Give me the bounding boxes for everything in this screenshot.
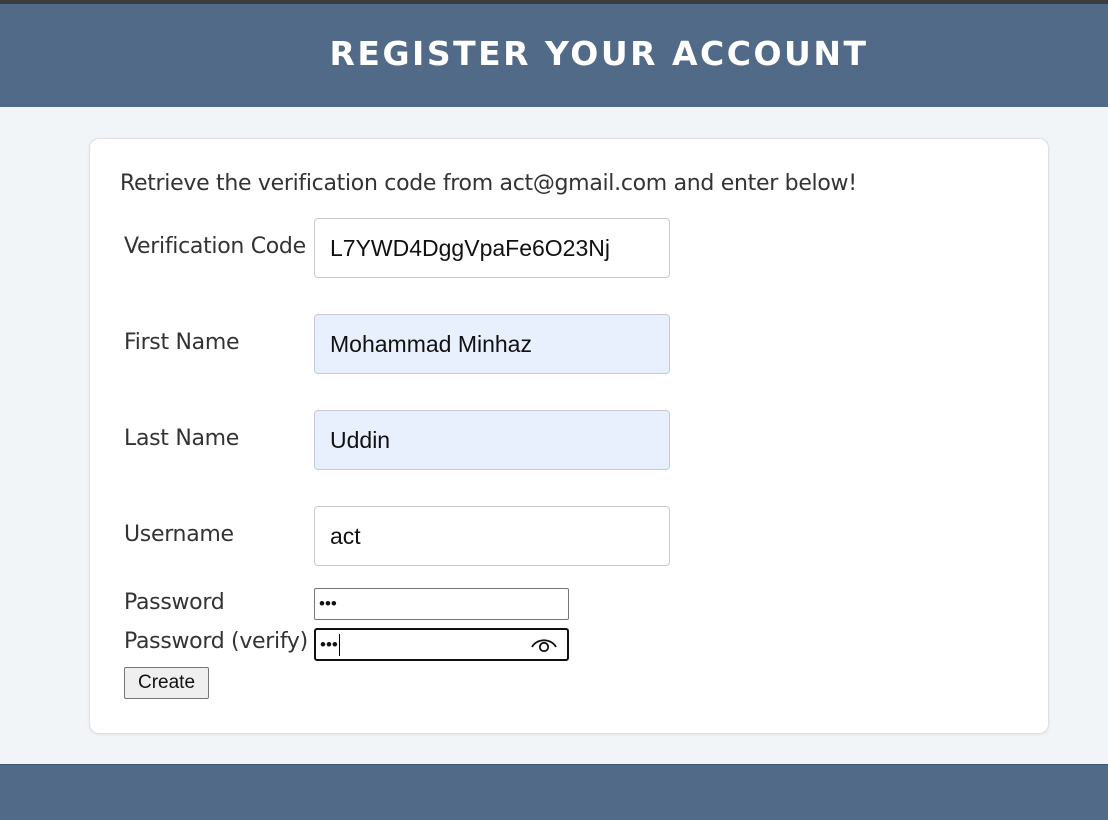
username-value: act — [330, 522, 361, 549]
text-caret — [338, 633, 341, 656]
last-name-input[interactable]: Uddin — [314, 410, 670, 470]
last-name-value: Uddin — [330, 426, 391, 453]
page-footer — [0, 764, 1108, 820]
verification-code-value: L7YWD4DggVpaFe6O23Nj — [330, 234, 610, 261]
registration-card: Retrieve the verification code from act@… — [89, 138, 1049, 734]
first-name-input[interactable]: Mohammad Minhaz — [314, 314, 670, 374]
page-title: REGISTER YOUR ACCOUNT — [329, 34, 869, 73]
password-verify-value: ••• — [320, 634, 338, 654]
first-name-value: Mohammad Minhaz — [330, 330, 532, 357]
verification-code-input[interactable]: L7YWD4DggVpaFe6O23Nj — [314, 218, 670, 278]
create-button[interactable]: Create — [124, 667, 209, 699]
first-name-label: First Name — [124, 330, 240, 355]
password-value: ••• — [319, 594, 337, 613]
password-verify-input[interactable]: ••• — [314, 628, 569, 661]
page-header: REGISTER YOUR ACCOUNT — [0, 4, 1108, 107]
verification-code-label: Verification Code — [124, 234, 306, 259]
password-input[interactable]: ••• — [314, 588, 569, 620]
password-verify-label: Password (verify) — [124, 629, 308, 654]
password-label: Password — [124, 590, 225, 615]
username-label: Username — [124, 522, 234, 547]
last-name-label: Last Name — [124, 426, 240, 451]
username-input[interactable]: act — [314, 506, 670, 566]
instruction-text: Retrieve the verification code from act@… — [120, 171, 857, 196]
eye-icon[interactable] — [531, 635, 557, 653]
